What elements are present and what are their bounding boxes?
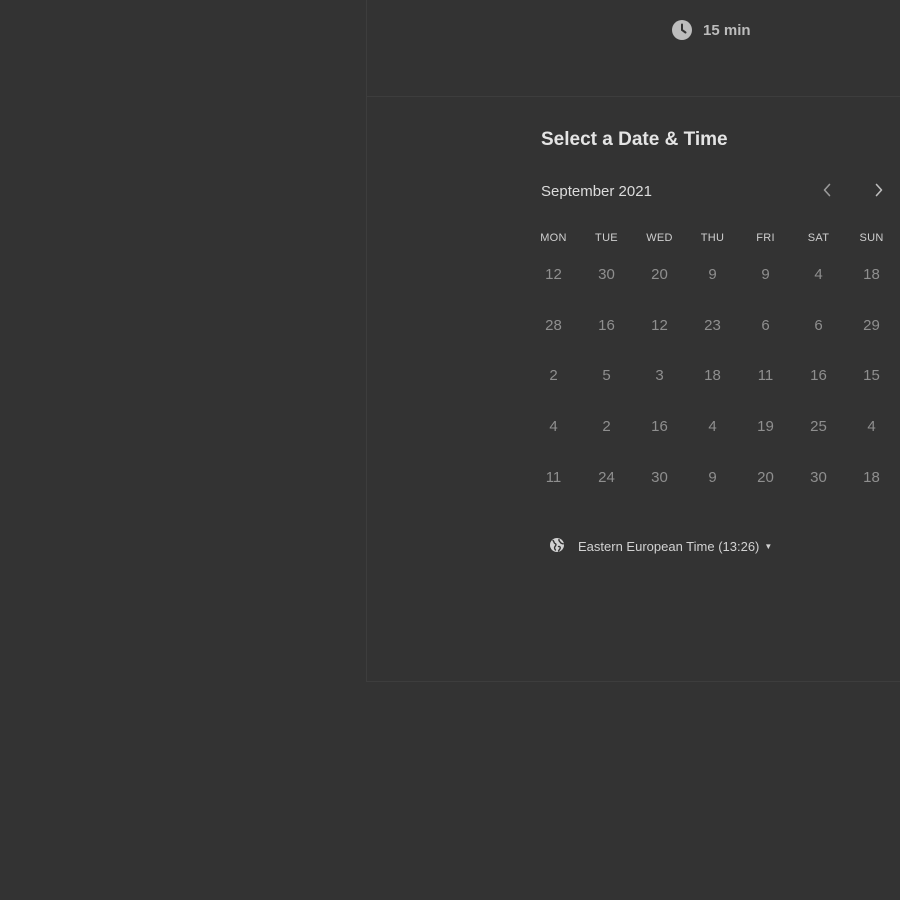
- next-month-button[interactable]: [869, 182, 889, 202]
- calendar-day: 9: [708, 469, 717, 486]
- calendar-day: 4: [549, 418, 558, 435]
- calendar-day: 30: [810, 469, 827, 486]
- calendar-week-row: 4 2 16 4 19 25 4: [527, 412, 900, 442]
- calendar-day: 29: [863, 317, 880, 334]
- calendar-day: 9: [761, 266, 770, 283]
- header-divider: [367, 96, 900, 97]
- previous-month-button[interactable]: [817, 182, 837, 202]
- calendar-day: 12: [651, 317, 668, 334]
- calendar-day: 16: [598, 317, 615, 334]
- calendar-day: 18: [863, 469, 880, 486]
- caret-down-icon: ▼: [764, 542, 773, 551]
- page: 15 min Select a Date & Time September 20…: [0, 0, 900, 900]
- calendar-day: 4: [867, 418, 876, 435]
- calendar-day: 19: [757, 418, 774, 435]
- calendar-day: 12: [545, 266, 562, 283]
- event-duration: 15 min: [672, 20, 751, 40]
- calendar-day: 16: [651, 418, 668, 435]
- weekday-mon: MON: [540, 232, 567, 244]
- chevron-left-icon: [822, 183, 832, 202]
- duration-label: 15 min: [703, 21, 751, 39]
- calendar-day: 2: [602, 418, 611, 435]
- calendar-day: 4: [708, 418, 717, 435]
- calendar-day: 23: [704, 317, 721, 334]
- weekday-header: MON TUE WED THU FRI SAT SUN: [527, 232, 900, 244]
- globe-icon: [549, 537, 565, 556]
- weekday-fri: FRI: [756, 232, 775, 244]
- calendar-day: 6: [814, 317, 823, 334]
- calendar-day: 15: [863, 367, 880, 384]
- calendar-day: 30: [651, 469, 668, 486]
- page-title: Select a Date & Time: [541, 129, 728, 150]
- calendar-day: 30: [598, 266, 615, 283]
- calendar-week-row: 11 24 30 9 20 30 18: [527, 463, 900, 493]
- calendar-week-row: 2 5 3 18 11 16 15: [527, 361, 900, 391]
- month-label: September 2021: [541, 183, 652, 200]
- timezone-label: Eastern European Time (13:26): [578, 539, 760, 554]
- calendar-week-row: 28 16 12 23 6 6 29: [527, 311, 900, 341]
- calendar-day: 2: [549, 367, 558, 384]
- calendar-day: 11: [757, 367, 774, 384]
- calendar-day: 18: [704, 367, 721, 384]
- weekday-sat: SAT: [807, 232, 830, 244]
- calendar-day: 4: [814, 266, 823, 283]
- calendar-day: 25: [810, 418, 827, 435]
- scheduling-panel: 15 min Select a Date & Time September 20…: [366, 0, 900, 682]
- chevron-right-icon: [874, 183, 884, 202]
- calendar-week-row: 12 30 20 9 9 4 18: [527, 260, 900, 290]
- clock-icon: [672, 20, 692, 40]
- calendar-day: 6: [761, 317, 770, 334]
- weekday-sun: SUN: [859, 232, 884, 244]
- weekday-tue: TUE: [595, 232, 618, 244]
- calendar-day: 28: [545, 317, 562, 334]
- calendar-day: 16: [810, 367, 827, 384]
- calendar-day: 9: [708, 266, 717, 283]
- calendar-day: 3: [655, 367, 664, 384]
- calendar-day: 20: [757, 469, 774, 486]
- calendar-day: 11: [545, 469, 562, 486]
- weekday-thu: THU: [700, 232, 725, 244]
- calendar-day: 18: [863, 266, 880, 283]
- timezone-selector[interactable]: Eastern European Time (13:26) ▼: [549, 537, 772, 556]
- calendar-day: 20: [651, 266, 668, 283]
- calendar-day: 5: [602, 367, 611, 384]
- calendar-day: 24: [598, 469, 615, 486]
- weekday-wed: WED: [646, 232, 673, 244]
